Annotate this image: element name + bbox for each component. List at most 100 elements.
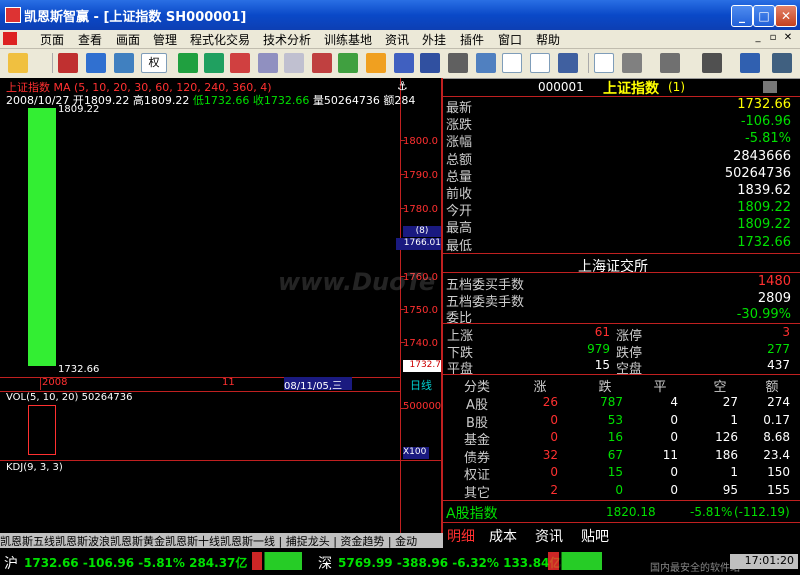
settings-icon[interactable]: [740, 53, 760, 73]
order-row-value: 2809: [757, 290, 791, 306]
title-bar: 凯恩斯智赢 - [上证指数 SH000001] _ □ ✕: [0, 0, 800, 30]
close-button[interactable]: ✕: [775, 5, 797, 27]
category-cell: 0: [550, 412, 558, 427]
grid-toggle-icon[interactable]: [763, 81, 777, 93]
window-icon[interactable]: [476, 53, 496, 73]
pencil-icon[interactable]: [622, 53, 642, 73]
copy-icon[interactable]: [258, 53, 278, 73]
menu-plugins[interactable]: 插件: [460, 31, 484, 48]
anchor-icon[interactable]: ⚓: [397, 79, 408, 93]
tab-cost[interactable]: 成本: [489, 526, 517, 546]
money-icon[interactable]: [338, 53, 358, 73]
menu-screen[interactable]: 画面: [116, 31, 140, 48]
tab-detail[interactable]: 明细: [447, 526, 475, 546]
breadth-value: 3: [782, 325, 790, 339]
category-cell: 26: [542, 395, 558, 409]
category-name: B股: [466, 415, 488, 431]
chart-area[interactable]: [0, 78, 443, 533]
quote-row-value: 1732.66: [737, 97, 791, 112]
menu-program-trade[interactable]: 程式化交易: [190, 31, 250, 48]
warning-icon[interactable]: [366, 53, 386, 73]
quote-row-key: 最低: [446, 238, 473, 254]
period-label[interactable]: 日线: [410, 377, 432, 393]
table-icon[interactable]: [448, 53, 468, 73]
tab-kaiensi-5[interactable]: 凯恩斯五线: [0, 535, 55, 548]
more-icon[interactable]: [772, 53, 792, 73]
tab-catch-leader[interactable]: 捕捉龙头: [286, 535, 330, 548]
ashare-index-value: 1820.18: [606, 505, 656, 519]
cursor-date-tag: 08/11/05,三: [284, 377, 352, 392]
last-price-tag: 1732.7: [403, 360, 441, 372]
sz-breadth-bar: [548, 552, 602, 570]
tab-kaiensi-1[interactable]: 凯恩斯一线: [220, 535, 275, 548]
tab-kaiensi-wave[interactable]: 凯恩斯波浪: [55, 535, 110, 548]
menu-news[interactable]: 资讯: [385, 31, 409, 48]
date-axis-month: 11: [222, 377, 235, 388]
split-view-icon[interactable]: [530, 53, 550, 73]
category-cell: 0: [550, 430, 558, 444]
low-label: 1732.66: [58, 364, 100, 375]
mdi-restore-button[interactable]: ▫: [767, 32, 779, 44]
category-cell: 155: [767, 482, 790, 497]
category-name: A股: [466, 398, 488, 413]
line-chart-icon[interactable]: [502, 53, 522, 73]
tab-forum[interactable]: 贴吧: [581, 526, 609, 546]
sigma-icon[interactable]: [660, 53, 680, 73]
maximize-button[interactable]: □: [753, 5, 775, 27]
category-cell: 787: [600, 395, 623, 409]
category-cell: 0: [670, 465, 678, 479]
mdi-minimize-button[interactable]: _: [752, 32, 764, 44]
rights-adjust-select[interactable]: 权: [141, 53, 167, 73]
document-icon[interactable]: [284, 53, 304, 73]
menu-tech-analysis[interactable]: 技术分析: [263, 31, 311, 48]
tab-jindong[interactable]: 金动: [395, 535, 417, 548]
crosshair-icon[interactable]: [86, 53, 106, 73]
menu-window[interactable]: 窗口: [498, 31, 522, 48]
record-icon[interactable]: [58, 53, 78, 73]
y-tick: 1790.0: [403, 170, 438, 181]
category-name: 其它: [463, 485, 490, 501]
tab-news[interactable]: 资讯: [535, 526, 563, 546]
vol-unit: X100: [403, 447, 429, 459]
category-cell: 186: [715, 447, 738, 462]
menu-help[interactable]: 帮助: [536, 31, 560, 48]
sh-index-text[interactable]: 1732.66 -106.96 -5.81% 284.37亿: [24, 554, 247, 571]
y-tick: 1800.0: [403, 136, 438, 147]
minimize-button[interactable]: _: [731, 5, 753, 27]
calculator-icon[interactable]: [114, 53, 134, 73]
menu-training[interactable]: 训练基地: [324, 31, 372, 48]
kline-icon[interactable]: [420, 53, 440, 73]
chart-menu-icon[interactable]: [3, 32, 17, 45]
mdi-close-button[interactable]: ✕: [782, 32, 794, 44]
open-folder-icon[interactable]: [8, 53, 28, 73]
bars-icon[interactable]: [702, 53, 722, 73]
draw-line-icon[interactable]: [594, 53, 614, 73]
quote-row-key: 最高: [446, 221, 473, 237]
quote-row: 前收 1839.62: [443, 183, 793, 202]
vol-label: VOL(5, 10, 20) 50264736: [6, 392, 133, 403]
trash-icon[interactable]: [312, 53, 332, 73]
book-icon[interactable]: [394, 53, 414, 73]
tab-kaiensi-gold[interactable]: 凯恩斯黄金: [110, 535, 165, 548]
chart-type-icon[interactable]: [178, 53, 198, 73]
breadth-value: 15: [594, 358, 610, 372]
tab-kaiensi-10[interactable]: 凯恩斯十线: [165, 535, 220, 548]
quote-row-key: 今开: [446, 204, 473, 220]
menu-manage[interactable]: 管理: [153, 31, 177, 48]
quote-row-value: 1809.22: [737, 217, 791, 233]
menu-view[interactable]: 查看: [78, 31, 102, 48]
exchange-label: 上海证交所: [578, 259, 648, 275]
indicator-tabs: 凯恩斯五线凯恩斯波浪凯恩斯黄金凯恩斯十线凯恩斯一线 | 捕捉龙头 | 资金趋势 …: [0, 533, 443, 548]
tab-fund-trend[interactable]: 资金趋势: [340, 535, 384, 548]
menu-page[interactable]: 页面: [40, 31, 64, 48]
grid-icon[interactable]: [204, 53, 224, 73]
sz-index-text[interactable]: 5769.99 -388.96 -6.32% 133.84亿: [338, 554, 561, 571]
ashare-index-extra: (-112.19): [734, 505, 790, 519]
menu-plugin-ext[interactable]: 外挂: [422, 31, 446, 48]
breadth-value: 437: [767, 358, 790, 372]
menu-bar: 页面 查看 画面 管理 程式化交易 技术分析 训练基地 资讯 外挂 插件 窗口 …: [0, 30, 800, 49]
quote-row-value: 50264736: [724, 165, 791, 181]
indicator-icon[interactable]: [230, 53, 250, 73]
category-cell: 23.4: [763, 447, 790, 462]
layout-icon[interactable]: [558, 53, 578, 73]
